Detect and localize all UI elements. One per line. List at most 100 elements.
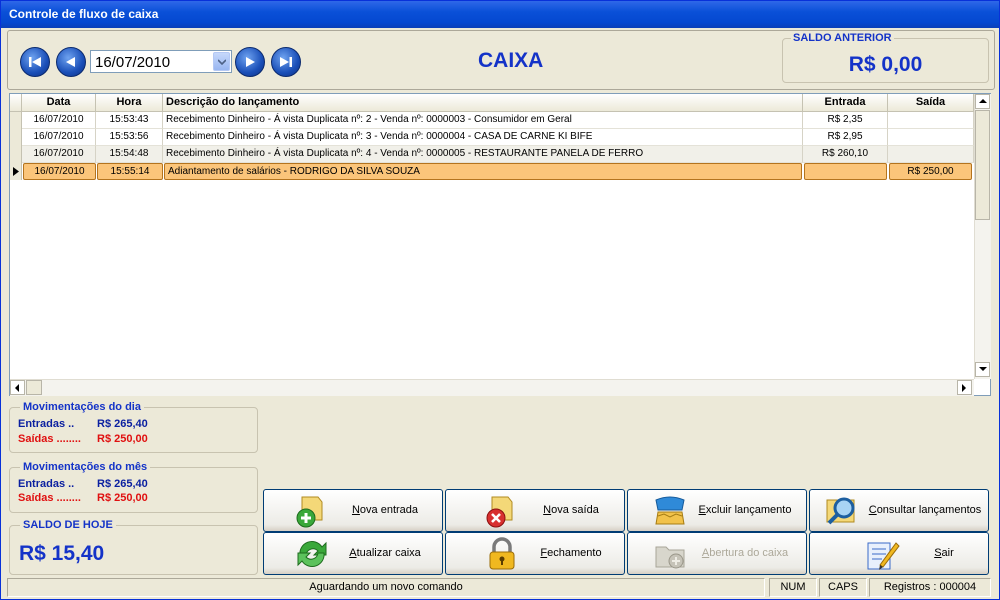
column-header-data[interactable]: Data <box>22 94 96 112</box>
saidas-dia-value: R$ 250,00 <box>97 433 148 445</box>
next-record-button[interactable] <box>235 47 265 77</box>
cell-descricao: Adiantamento de salários - RODRIGO DA SI… <box>164 163 802 180</box>
nova-entrada-button[interactable]: Nova entrada <box>263 489 443 532</box>
status-num: NUM <box>769 578 817 597</box>
column-header-entrada[interactable]: Entrada <box>803 94 888 112</box>
cell-hora: 15:53:56 <box>96 129 163 146</box>
status-bar: Aguardando um novo comando NUM CAPS Regi… <box>7 578 995 598</box>
cell-entrada: R$ 2,95 <box>803 129 888 146</box>
entradas-dia-value: R$ 265,40 <box>97 418 148 430</box>
table-row[interactable]: 16/07/2010 15:54:48 Recebimento Dinheiro… <box>10 146 974 163</box>
delete-entry-icon <box>652 494 688 528</box>
cell-saida <box>888 112 974 129</box>
nova-entrada-label: Nova entrada <box>351 504 419 516</box>
consultar-lancamentos-button[interactable]: Consultar lançamentos <box>809 489 989 532</box>
entradas-dia-label: Entradas .. <box>18 418 75 430</box>
cell-hora: 15:53:43 <box>96 112 163 129</box>
saidas-dia-line: Saídas ........ R$ 250,00 <box>18 433 148 445</box>
movimentacoes-mes-title: Movimentações do mês <box>20 461 151 473</box>
scroll-left-button[interactable] <box>10 380 25 395</box>
window-title: Controle de fluxo de caixa <box>1 1 999 28</box>
entradas-mes-value: R$ 265,40 <box>97 478 148 490</box>
lancamentos-grid[interactable]: Data Hora Descrição do lançamento Entrad… <box>9 93 991 396</box>
add-document-icon <box>294 494 330 528</box>
cell-entrada: R$ 2,35 <box>803 112 888 129</box>
cell-descricao: Recebimento Dinheiro - Á vista Duplicata… <box>163 146 803 163</box>
cell-hora: 15:55:14 <box>97 163 163 180</box>
lock-icon <box>484 537 520 571</box>
cell-data: 16/07/2010 <box>22 112 96 129</box>
row-indicator <box>10 146 22 163</box>
cell-saida: R$ 250,00 <box>889 163 972 180</box>
saldo-hoje-title: SALDO DE HOJE <box>20 519 116 531</box>
cell-data: 16/07/2010 <box>23 163 96 180</box>
excluir-lancamento-button[interactable]: Excluir lançamento <box>627 489 807 532</box>
saldo-hoje-box: SALDO DE HOJE R$ 15,40 <box>9 519 258 575</box>
cell-data: 16/07/2010 <box>22 129 96 146</box>
cell-descricao: Recebimento Dinheiro - Á vista Duplicata… <box>163 112 803 129</box>
status-registros: Registros : 000004 <box>869 578 991 597</box>
scroll-up-button[interactable] <box>975 94 990 109</box>
first-record-button[interactable] <box>20 47 50 77</box>
table-row-selected[interactable]: 16/07/2010 15:55:14 Adiantamento de salá… <box>10 163 974 180</box>
movimentacoes-dia-title: Movimentações do dia <box>20 401 144 413</box>
cell-entrada: R$ 260,10 <box>803 146 888 163</box>
saidas-dia-label: Saídas ........ <box>18 433 81 445</box>
row-indicator <box>10 163 22 180</box>
date-value: 16/07/2010 <box>95 54 171 71</box>
open-box-icon <box>652 537 688 571</box>
main-window: Controle de fluxo de caixa 16/07/2010 CA… <box>0 0 1000 600</box>
cell-saida <box>888 129 974 146</box>
saldo-anterior-label: SALDO ANTERIOR <box>791 32 894 44</box>
atualizar-caixa-button[interactable]: Atualizar caixa <box>263 532 443 575</box>
navigation-panel: 16/07/2010 CAIXA SALDO ANTERIOR R$ 0,00 <box>7 30 995 90</box>
saldo-anterior-value: R$ 0,00 <box>848 53 923 76</box>
table-row[interactable]: 16/07/2010 15:53:43 Recebimento Dinheiro… <box>10 112 974 129</box>
date-dropdown-button[interactable] <box>213 52 230 71</box>
exit-edit-icon <box>864 537 900 571</box>
column-header-saida[interactable]: Saída <box>888 94 974 112</box>
cell-data: 16/07/2010 <box>22 146 96 163</box>
scroll-down-button[interactable] <box>975 362 990 377</box>
entradas-mes-label: Entradas .. <box>18 478 75 490</box>
cell-hora: 15:54:48 <box>96 146 163 163</box>
excluir-lancamento-label: Excluir lançamento <box>698 504 792 516</box>
row-indicator <box>10 129 22 146</box>
page-title: CAIXA <box>478 49 544 72</box>
refresh-icon <box>294 537 330 571</box>
saldo-anterior-box: SALDO ANTERIOR R$ 0,00 <box>782 32 989 83</box>
cell-descricao: Recebimento Dinheiro - Á vista Duplicata… <box>163 129 803 146</box>
abertura-caixa-label: Abertura do caixa <box>701 547 789 559</box>
entradas-dia-line: Entradas .. R$ 265,40 <box>18 418 148 430</box>
previous-record-button[interactable] <box>56 47 86 77</box>
horizontal-scroll-thumb[interactable] <box>26 380 42 395</box>
atualizar-caixa-label: Atualizar caixa <box>349 547 421 559</box>
status-message: Aguardando um novo comando <box>7 578 765 597</box>
nova-saida-button[interactable]: Nova saída <box>445 489 625 532</box>
consultar-lancamentos-label: Consultar lançamentos <box>868 504 982 516</box>
table-row[interactable]: 16/07/2010 15:53:56 Recebimento Dinheiro… <box>10 129 974 146</box>
saidas-mes-label: Saídas ........ <box>18 492 81 504</box>
status-caps: CAPS <box>819 578 867 597</box>
vertical-scrollbar[interactable] <box>974 94 991 379</box>
vertical-scroll-thumb[interactable] <box>975 110 990 220</box>
date-select[interactable]: 16/07/2010 <box>90 50 232 73</box>
saidas-mes-value: R$ 250,00 <box>97 492 148 504</box>
last-record-button[interactable] <box>271 47 301 77</box>
column-header-hora[interactable]: Hora <box>96 94 163 112</box>
column-header-descricao[interactable]: Descrição do lançamento <box>163 94 803 112</box>
abertura-caixa-button[interactable]: Abertura do caixa <box>627 532 807 575</box>
fechamento-label: Fechamento <box>540 547 602 559</box>
sair-label: Sair <box>934 547 954 559</box>
fechamento-button[interactable]: Fechamento <box>445 532 625 575</box>
magnifier-icon <box>824 494 860 528</box>
row-indicator-header <box>10 94 22 112</box>
nova-saida-label: Nova saída <box>543 504 599 516</box>
entradas-mes-line: Entradas .. R$ 265,40 <box>18 478 148 490</box>
scroll-right-button[interactable] <box>957 380 972 395</box>
horizontal-scrollbar[interactable] <box>10 379 974 396</box>
movimentacoes-dia-box: Movimentações do dia Entradas .. R$ 265,4… <box>9 401 258 453</box>
sair-button[interactable]: Sair <box>809 532 989 575</box>
cell-saida <box>888 146 974 163</box>
cell-entrada <box>804 163 887 180</box>
